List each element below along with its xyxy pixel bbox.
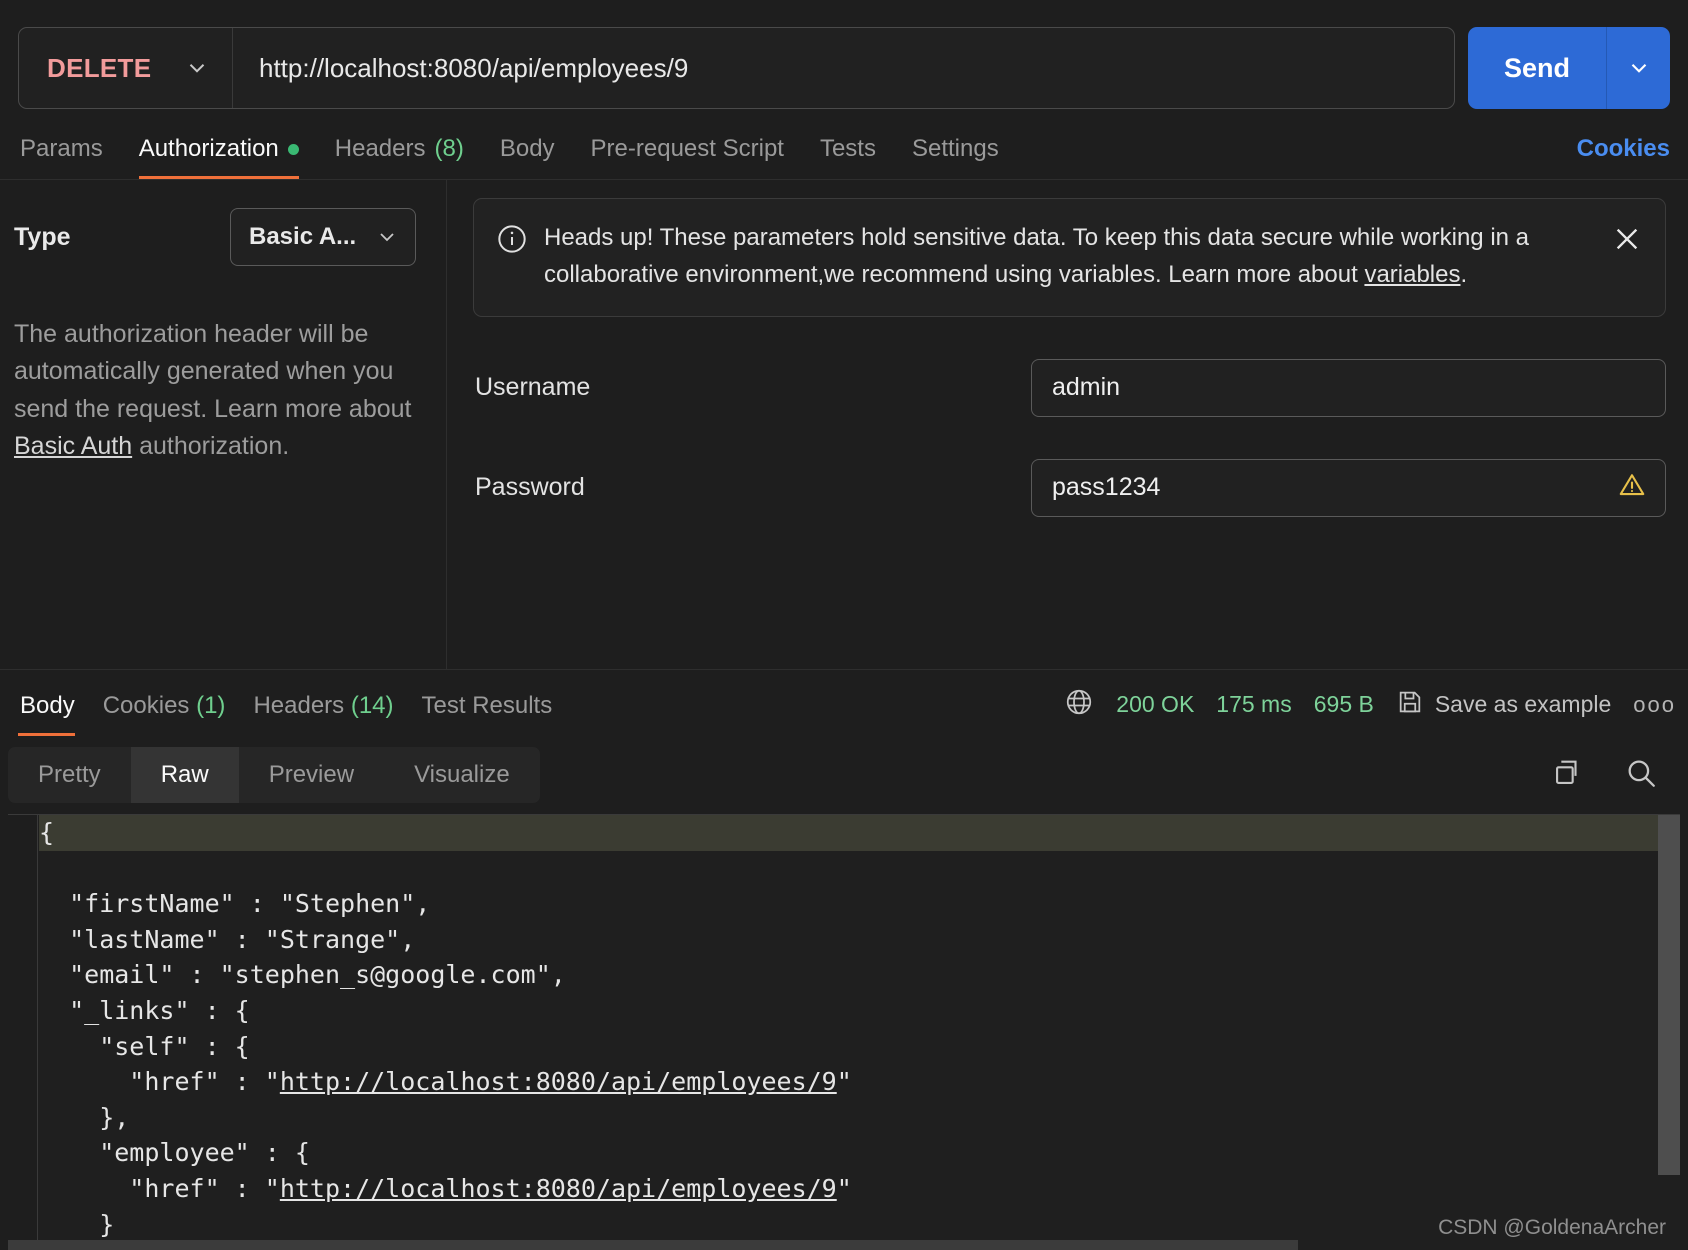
method-label: DELETE — [47, 52, 152, 83]
sensitive-data-notice: Heads up! These parameters hold sensitiv… — [473, 198, 1666, 317]
response-body-raw[interactable]: { "firstName" : "Stephen", "lastName" : … — [8, 814, 1680, 1250]
tab-params[interactable]: Params — [18, 135, 121, 179]
password-input[interactable]: pass1234 — [1031, 458, 1666, 517]
save-as-example-button[interactable]: Save as example — [1396, 688, 1611, 722]
auth-description: The authorization header will be automat… — [14, 316, 430, 465]
authorization-pane: Type Basic A... The authorization header… — [0, 180, 1688, 670]
username-row: Username admin — [473, 358, 1666, 417]
view-preview[interactable]: Preview — [239, 747, 384, 803]
auth-credentials-panel: Heads up! These parameters hold sensitiv… — [447, 180, 1688, 669]
horizontal-scrollbar[interactable] — [8, 1240, 1658, 1250]
tab-authorization-label: Authorization — [138, 135, 279, 162]
response-tabs: Body Cookies (1) Headers (14) Test Resul… — [0, 670, 1688, 736]
tab-headers[interactable]: Headers (8) — [317, 135, 482, 179]
chevron-down-icon — [375, 225, 399, 249]
password-value: pass1234 — [1052, 473, 1161, 502]
response-tab-headers-label: Headers — [253, 692, 345, 719]
globe-icon — [1064, 687, 1094, 722]
send-button[interactable]: Send — [1468, 27, 1606, 109]
response-view-icons — [1550, 756, 1676, 795]
tab-settings[interactable]: Settings — [894, 135, 1017, 179]
request-tabs: Params Authorization Headers (8) Body Pr… — [0, 118, 1688, 180]
notice-text: Heads up! These parameters hold sensitiv… — [544, 219, 1595, 294]
response-tab-body[interactable]: Body — [6, 692, 89, 736]
close-icon[interactable] — [1611, 223, 1643, 260]
auth-active-dot-icon — [287, 143, 299, 155]
view-pretty[interactable]: Pretty — [8, 747, 131, 803]
tab-body[interactable]: Body — [482, 135, 573, 179]
response-time: 175 ms — [1216, 691, 1292, 717]
response-tab-cookies-label: Cookies — [102, 692, 190, 719]
chevron-down-icon — [184, 55, 210, 81]
response-tab-body-label: Body — [20, 692, 75, 719]
method-selector[interactable]: DELETE — [19, 28, 233, 108]
postman-window: DELETE http://localhost:8080/api/employe… — [0, 0, 1688, 1250]
auth-type-value: Basic A... — [249, 223, 357, 250]
tab-authorization[interactable]: Authorization — [121, 135, 317, 179]
response-tab-headers-count: (14) — [350, 692, 394, 719]
copy-icon[interactable] — [1550, 756, 1584, 795]
auth-description-part2: authorization. — [132, 431, 290, 460]
tab-pre-request-script-label: Pre-request Script — [590, 135, 784, 162]
username-input[interactable]: admin — [1031, 358, 1666, 417]
response-tab-test-results-label: Test Results — [421, 692, 553, 719]
tab-params-label: Params — [20, 135, 103, 162]
username-label: Username — [475, 373, 591, 402]
response-tab-cookies-count: (1) — [196, 692, 226, 719]
response-meta: 200 OK 175 ms 695 B Save as example ooo — [1064, 687, 1676, 736]
variables-link[interactable]: variables — [1364, 261, 1460, 288]
tab-headers-label: Headers — [334, 135, 426, 162]
auth-description-part1: The authorization header will be automat… — [14, 320, 412, 423]
url-value: http://localhost:8080/api/employees/9 — [259, 52, 689, 83]
vertical-scrollbar-thumb[interactable] — [1658, 815, 1680, 1175]
response-body-code: { "firstName" : "Stephen", "lastName" : … — [39, 815, 1680, 1250]
auth-type-select[interactable]: Basic A... — [230, 208, 416, 266]
response-view-row: Pretty Raw Preview Visualize — [0, 736, 1688, 808]
response-tab-test-results[interactable]: Test Results — [408, 692, 567, 736]
response-tab-headers[interactable]: Headers (14) — [239, 692, 407, 736]
tab-pre-request-script[interactable]: Pre-request Script — [573, 135, 802, 179]
basic-auth-link[interactable]: Basic Auth — [14, 432, 132, 460]
cookies-link[interactable]: Cookies — [1577, 135, 1670, 179]
status-code: 200 OK — [1116, 691, 1195, 717]
request-url-bar: DELETE http://localhost:8080/api/employe… — [0, 0, 1688, 118]
warning-icon[interactable] — [1617, 470, 1647, 505]
url-field[interactable]: DELETE http://localhost:8080/api/employe… — [18, 27, 1455, 109]
response-tab-cookies[interactable]: Cookies (1) — [89, 692, 240, 736]
notice-text-part2: . — [1460, 261, 1468, 289]
response-view-switch: Pretty Raw Preview Visualize — [8, 747, 540, 803]
tab-tests[interactable]: Tests — [802, 135, 894, 179]
response-size: 695 B — [1313, 691, 1374, 717]
auth-type-panel: Type Basic A... The authorization header… — [0, 180, 447, 669]
password-label: Password — [475, 473, 585, 502]
horizontal-scrollbar-thumb[interactable] — [8, 1240, 1298, 1250]
code-gutter — [8, 815, 38, 1250]
save-as-example-label: Save as example — [1434, 691, 1612, 717]
tab-tests-label: Tests — [819, 135, 876, 162]
view-raw[interactable]: Raw — [130, 747, 239, 803]
auth-type-row: Type Basic A... — [14, 208, 430, 266]
send-group: Send — [1468, 27, 1670, 109]
info-icon — [496, 223, 528, 260]
auth-type-label: Type — [14, 222, 71, 251]
search-icon[interactable] — [1624, 756, 1658, 795]
username-value: admin — [1052, 373, 1121, 402]
tab-settings-label: Settings — [911, 135, 999, 162]
more-options-icon[interactable]: ooo — [1633, 692, 1676, 718]
url-input[interactable]: http://localhost:8080/api/employees/9 — [233, 28, 1454, 108]
view-visualize[interactable]: Visualize — [384, 747, 540, 803]
tab-body-label: Body — [499, 135, 555, 162]
password-row: Password pass1234 — [473, 458, 1666, 517]
send-options-button[interactable] — [1606, 27, 1670, 109]
save-icon — [1396, 688, 1424, 722]
vertical-scrollbar[interactable] — [1658, 815, 1680, 1250]
tab-headers-count: (8) — [434, 135, 464, 162]
